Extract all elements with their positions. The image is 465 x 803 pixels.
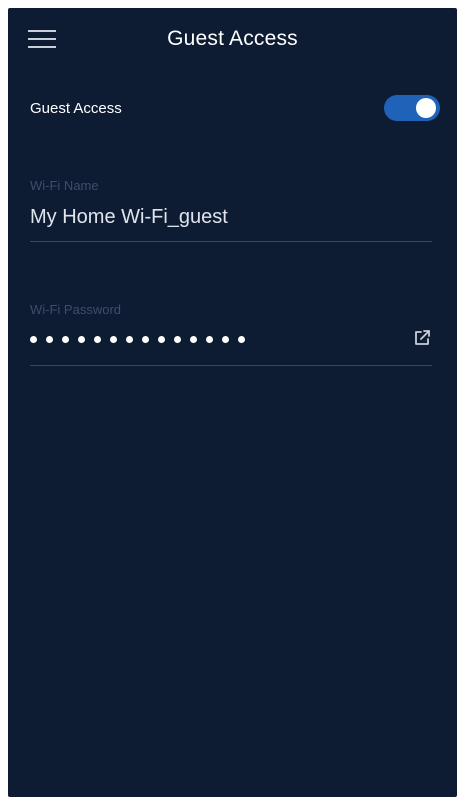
password-dot [158,335,165,343]
app-screen: Guest Access Guest Access Wi-Fi Name My … [8,8,457,797]
password-dot [206,335,213,343]
password-dot [222,335,229,343]
wifi-name-value[interactable]: My Home Wi-Fi_guest [30,206,228,229]
password-dot [62,335,69,343]
password-dot [78,335,85,343]
header: Guest Access [8,8,457,72]
password-dot [110,335,117,343]
page-title: Guest Access [167,27,298,50]
guest-access-row: Guest Access [30,94,440,124]
wifi-password-masked-value[interactable] [30,332,245,346]
guest-access-label: Guest Access [30,100,122,117]
guest-access-toggle[interactable] [384,95,440,121]
password-dot [142,335,149,343]
wifi-password-field[interactable]: Wi-Fi Password [30,302,432,366]
wifi-password-underline [30,365,432,366]
wifi-name-field[interactable]: Wi-Fi Name My Home Wi-Fi_guest [30,178,432,242]
wifi-name-label: Wi-Fi Name [30,178,99,193]
share-external-icon[interactable] [412,328,432,348]
password-dot [238,335,245,343]
password-dot [174,335,181,343]
password-dot [30,335,37,343]
password-dot [126,335,133,343]
password-dot [46,335,53,343]
wifi-name-underline [30,241,432,242]
password-dot [190,335,197,343]
toggle-knob [416,98,436,118]
wifi-password-label: Wi-Fi Password [30,302,122,317]
password-dot [94,335,101,343]
